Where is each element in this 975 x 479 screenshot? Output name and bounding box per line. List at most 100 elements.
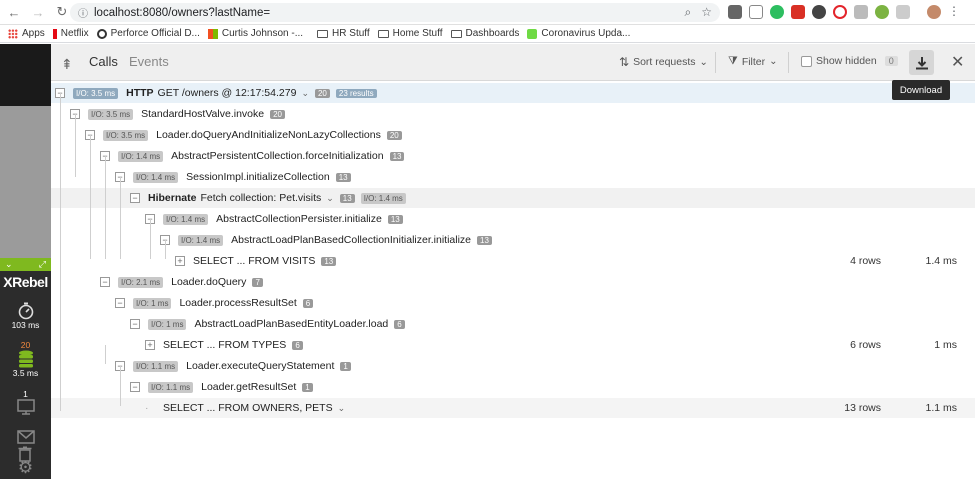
- bookmark-apps[interactable]: Apps: [8, 28, 45, 39]
- xrebel-main-panel: ⇞ Calls Events ⇅ Sort requests ⌄ ⧩ Filte…: [51, 44, 975, 479]
- query-count-badge: 6: [292, 340, 303, 350]
- query-count-badge: 6: [302, 298, 314, 308]
- tree-guide-line: [105, 345, 106, 364]
- collapse-toggle[interactable]: −: [115, 298, 125, 308]
- bookmark-star-icon[interactable]: ☆: [701, 5, 712, 20]
- hidden-count-badge: 0: [884, 56, 898, 66]
- expand-toggle[interactable]: +: [175, 256, 185, 266]
- bookmark-netflix[interactable]: Netflix: [52, 28, 89, 39]
- tree-row[interactable]: − I/O: 1 ms AbstractLoadPlanBasedEntityLoa…: [51, 314, 975, 334]
- bookmark-home-stuff[interactable]: Home Stuff: [377, 28, 443, 39]
- expand-toggle[interactable]: +: [145, 340, 155, 350]
- tree-guide-line: [120, 177, 121, 259]
- sort-requests-button[interactable]: ⇅ Sort requests ⌄: [619, 55, 708, 69]
- reload-icon[interactable]: ↻: [52, 2, 72, 22]
- query-count-badge: 1: [340, 361, 351, 371]
- io-time-badge: I/O: 2.1 ms: [118, 276, 164, 288]
- extension-red-icon[interactable]: [791, 5, 805, 19]
- tab-events[interactable]: Events: [129, 54, 169, 69]
- call-label: Fetch collection: Pet.visits: [200, 192, 322, 204]
- tree-row[interactable]: −I/O: 3.5 msStandardHostValve.invoke20: [51, 104, 975, 124]
- tree-row[interactable]: −I/O: 1.4 msAbstractPersistentCollection…: [51, 146, 975, 166]
- database-panel[interactable]: 20 3.5 ms: [0, 340, 51, 378]
- evernote-icon[interactable]: [770, 5, 784, 19]
- forward-icon[interactable]: →: [28, 2, 48, 22]
- io-time-badge: I/O: 3.5 ms: [73, 87, 119, 99]
- chevron-down-icon[interactable]: ⌄: [338, 403, 346, 414]
- collapse-toggle[interactable]: −: [130, 319, 140, 329]
- category-label: HTTP: [126, 87, 154, 99]
- extension-circle-icon[interactable]: [812, 5, 826, 19]
- collapse-toggle[interactable]: −: [130, 193, 140, 203]
- stopwatch-icon: [18, 302, 33, 320]
- messages-panel[interactable]: [0, 430, 51, 444]
- timer-panel[interactable]: 103 ms: [0, 302, 51, 330]
- close-icon[interactable]: ✕: [951, 52, 964, 72]
- expand-icon[interactable]: ⤢: [39, 259, 46, 270]
- db-count: 20: [20, 340, 31, 350]
- toolbar-divider: [788, 52, 789, 73]
- trash-button[interactable]: [18, 446, 32, 462]
- xrebel-logo: XRebel: [0, 274, 51, 290]
- show-hidden-toggle[interactable]: Show hidden 0: [801, 55, 898, 67]
- tree-row[interactable]: − I/O: 1 ms Loader.processResultSet 6: [51, 293, 975, 313]
- tree-row[interactable]: −I/O: 1.1 msLoader.executeQueryStatement…: [51, 356, 975, 376]
- download-button[interactable]: [909, 50, 934, 75]
- opera-icon[interactable]: [833, 5, 847, 19]
- tree-row[interactable]: −I/O: 1.4 msSessionImpl.initializeCollec…: [51, 167, 975, 187]
- show-hidden-checkbox[interactable]: [801, 55, 812, 67]
- io-time-badge: I/O: 1.1 ms: [148, 381, 194, 393]
- bookmark-dashboards[interactable]: Dashboards: [450, 28, 519, 39]
- query-count-badge: 13: [387, 214, 403, 224]
- collapse-toggle[interactable]: −: [130, 382, 140, 392]
- tree-row[interactable]: −I/O: 1.4 msAbstractLoadPlanBasedCollect…: [51, 230, 975, 250]
- sort-label: Sort requests: [633, 56, 696, 68]
- menu-dots-icon[interactable]: ⋮: [948, 5, 962, 19]
- hibernate-row[interactable]: − Hibernate Fetch collection: Pet.visits ⌄ 1…: [51, 188, 975, 208]
- call-label: GET /owners @ 12:17:54.279: [157, 87, 297, 99]
- call-label: AbstractCollectionPersister.initialize: [216, 213, 382, 225]
- call-label: SessionImpl.initializeCollection: [186, 171, 330, 183]
- sql-query-row[interactable]: + SELECT ... FROM TYPES 6 6 rows 1 ms: [51, 335, 975, 355]
- call-label: Loader.getResultSet: [201, 381, 297, 393]
- query-count-badge: 7: [252, 277, 263, 287]
- bookmark-hr-stuff[interactable]: HR Stuff: [317, 28, 370, 39]
- duration: 1 ms: [934, 339, 957, 351]
- tree-row[interactable]: − I/O: 1.1 ms Loader.getResultSet 1: [51, 377, 975, 397]
- show-hidden-label: Show hidden: [816, 55, 877, 67]
- extension-grey-icon[interactable]: [854, 5, 868, 19]
- query-count-badge: 6: [394, 319, 405, 329]
- chevron-down-icon[interactable]: ⌄: [326, 193, 334, 204]
- zoom-icon[interactable]: ⌕: [685, 5, 692, 20]
- profile-avatar[interactable]: [927, 5, 941, 19]
- query-count-badge: 13: [389, 151, 405, 161]
- bookmark-curtis[interactable]: Curtis Johnson -...: [207, 28, 303, 39]
- chevron-down-icon[interactable]: ⌄: [301, 88, 309, 99]
- address-bar[interactable]: ⓘ localhost:8080/owners?lastName= ⌕ ☆: [70, 3, 720, 22]
- call-label: SELECT ... FROM OWNERS, PETS: [163, 402, 333, 414]
- exceptions-panel[interactable]: 1: [0, 389, 51, 415]
- bookmark-perforce[interactable]: Perforce Official D...: [96, 28, 200, 39]
- tree-row[interactable]: −I/O: 3.5 msLoader.doQueryAndInitializeN…: [51, 125, 975, 145]
- sql-query-row[interactable]: · SELECT ... FROM OWNERS, PETS ⌄ 13 rows 1.1…: [51, 398, 975, 418]
- extension-r-icon[interactable]: [896, 5, 910, 19]
- tree-row[interactable]: − I/O: 2.1 ms Loader.doQuery 7: [51, 272, 975, 292]
- info-icon[interactable]: ⓘ: [78, 5, 88, 20]
- bookmark-label: Apps: [22, 28, 45, 39]
- filter-button[interactable]: ⧩ Filter ⌄: [728, 55, 778, 68]
- chevron-down-icon: ⌄: [699, 56, 708, 68]
- eyedropper-icon[interactable]: [749, 5, 763, 19]
- android-icon[interactable]: [875, 5, 889, 19]
- extension-g-icon[interactable]: [728, 5, 742, 19]
- back-icon[interactable]: ←: [4, 2, 24, 22]
- chevron-down-icon[interactable]: ⌄: [5, 259, 13, 270]
- tab-calls[interactable]: Calls: [89, 54, 118, 69]
- bookmark-coronavirus[interactable]: Coronavirus Upda...: [527, 28, 630, 39]
- tree-row[interactable]: −I/O: 1.4 msAbstractCollectionPersister.…: [51, 209, 975, 229]
- query-count-badge: 13: [335, 172, 351, 182]
- sql-query-row[interactable]: + SELECT ... FROM VISITS 13 4 rows 1.4 ms: [51, 251, 975, 271]
- http-request-row[interactable]: −I/O: 3.5 msHTTPGET /owners @ 12:17:54.2…: [51, 83, 975, 103]
- collapse-toggle[interactable]: −: [100, 277, 110, 287]
- collapse-all-icon[interactable]: ⇞: [61, 56, 73, 73]
- duration: 1.1 ms: [925, 402, 957, 414]
